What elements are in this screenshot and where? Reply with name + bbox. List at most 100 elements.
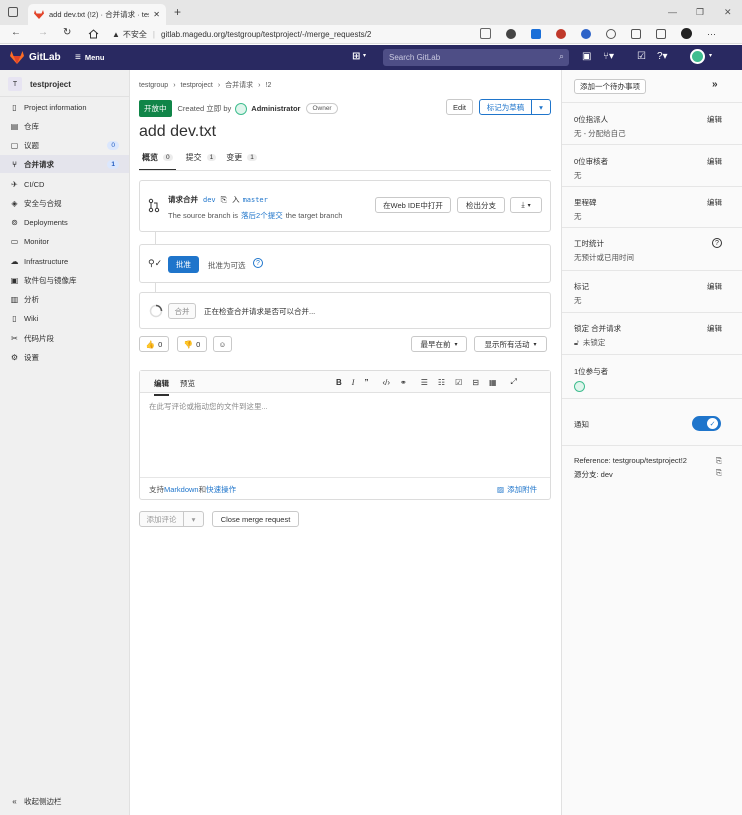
copy-branch-icon[interactable]: ⎘ <box>716 468 722 478</box>
notifications-toggle[interactable]: ✓ <box>692 416 721 431</box>
tab-changes[interactable]: 变更 1 <box>226 152 257 171</box>
favorites-icon[interactable] <box>480 28 491 39</box>
breadcrumb-item[interactable]: 合并请求 <box>225 80 253 90</box>
bold-icon[interactable]: B <box>336 378 342 387</box>
extension-gray-icon[interactable] <box>606 28 616 39</box>
mark-draft-button[interactable]: 标记为草稿 <box>479 99 532 115</box>
breadcrumb-item[interactable]: testgroup <box>139 82 168 89</box>
sidebar-item-infrastructure[interactable]: ☁ Infrastructure <box>0 252 129 270</box>
url-field[interactable]: ▲ 不安全 | gitlab.magedu.org/testgroup/test… <box>112 27 532 42</box>
back-icon[interactable]: ← <box>11 27 21 38</box>
extension-red-icon[interactable] <box>556 28 566 39</box>
add-comment-button[interactable]: 添加评论 <box>139 511 184 527</box>
italic-icon[interactable]: I <box>352 378 355 387</box>
breadcrumb-item[interactable]: testproject <box>181 82 213 89</box>
sidebar-item-project-information[interactable]: ▯ Project information <box>0 98 129 116</box>
sort-dropdown[interactable]: 最早在前 ▾ <box>411 336 467 352</box>
translate-icon[interactable] <box>531 28 541 39</box>
copy-reference-icon[interactable]: ⎘ <box>716 456 722 466</box>
sidebar-item-issues[interactable]: ▢ 议题 0 <box>0 136 129 154</box>
sidebar-item-deployments[interactable]: ⊚ Deployments <box>0 213 129 231</box>
more-icon[interactable]: ··· <box>707 29 716 39</box>
create-new-icon[interactable]: ⊞ <box>352 51 360 62</box>
sidebar-item-settings[interactable]: ⚙ 设置 <box>0 348 129 366</box>
behind-commits-link[interactable]: 落后2个提交 <box>241 210 283 221</box>
activity-filter-dropdown[interactable]: 显示所有活动 ▾ <box>474 336 547 352</box>
menu-button[interactable]: ≡ Menu <box>75 52 104 62</box>
labels-edit-link[interactable]: 编辑 <box>707 281 722 292</box>
markdown-link[interactable]: Markdown <box>164 485 199 494</box>
tab-write[interactable]: 编辑 <box>154 378 169 396</box>
target-branch-link[interactable]: master <box>243 196 268 204</box>
sidebar-item-security[interactable]: ◈ 安全与合规 <box>0 194 129 212</box>
task-list-icon[interactable]: ☑ <box>455 378 462 387</box>
source-branch-link[interactable]: dev <box>203 196 216 204</box>
sidebar-item-wiki[interactable]: ▯ Wiki <box>0 309 129 327</box>
quick-actions-link[interactable]: 快速操作 <box>206 484 236 495</box>
merge-button[interactable]: 合并 <box>168 303 196 319</box>
tab-overview[interactable]: 概览 0 <box>139 152 176 171</box>
comment-type-dropdown[interactable]: ▾ <box>183 511 204 527</box>
breadcrumb-item[interactable]: !2 <box>266 82 272 89</box>
issues-header-icon[interactable]: ▣ <box>582 51 591 62</box>
tab-commits[interactable]: 提交 1 <box>186 152 217 171</box>
collapse-right-sidebar-icon[interactable]: » <box>712 79 718 90</box>
add-reaction-button[interactable]: ☺ <box>213 336 232 352</box>
sidebar-item-analytics[interactable]: ▥ 分析 <box>0 290 129 308</box>
forward-icon[interactable]: → <box>38 27 48 38</box>
collapsible-icon[interactable]: ⊟ <box>472 378 479 387</box>
tab-preview[interactable]: 预览 <box>180 378 195 389</box>
sidebar-item-merge-requests[interactable]: ⑂ 合并请求 1 <box>0 155 129 173</box>
copy-icon[interactable]: ⎘ <box>221 195 227 205</box>
participant-avatar[interactable] <box>574 381 585 392</box>
window-close-icon[interactable]: ✕ <box>724 7 732 18</box>
add-todo-button[interactable]: 添加一个待办事项 <box>574 79 646 94</box>
open-web-ide-button[interactable]: 在Web IDE中打开 <box>375 197 451 213</box>
bullet-list-icon[interactable]: ☰ <box>421 378 428 387</box>
refresh-icon[interactable]: ↻ <box>63 27 71 38</box>
extension-blue-icon[interactable] <box>581 28 591 39</box>
approve-button[interactable]: 批准 <box>168 256 199 273</box>
author-name[interactable]: Administrator <box>251 104 300 113</box>
attach-file-button[interactable]: ▨ 添加附件 <box>497 484 537 495</box>
assignee-value[interactable]: 无 - 分配给自己 <box>574 128 722 139</box>
profile-avatar[interactable] <box>681 28 692 39</box>
tab-close-icon[interactable]: ✕ <box>153 10 160 19</box>
quote-icon[interactable]: ” <box>364 378 368 387</box>
code-icon[interactable]: ‹/› <box>382 378 390 387</box>
numbered-list-icon[interactable]: ☷ <box>438 378 445 387</box>
help-icon[interactable]: ? <box>253 258 263 268</box>
comment-textarea[interactable]: 在此写评论或拖动您的文件到这里... <box>149 401 541 473</box>
milestone-edit-link[interactable]: 编辑 <box>707 197 722 208</box>
sidebar-item-packages[interactable]: ▣ 软件包与镜像库 <box>0 271 129 289</box>
sidebar-project-header[interactable]: T testproject <box>8 77 71 91</box>
sidebar-item-snippets[interactable]: ✂ 代码片段 <box>0 329 129 347</box>
tab-actions-icon[interactable] <box>8 7 18 17</box>
time-help-icon[interactable]: ? <box>712 238 722 248</box>
thumbs-up-button[interactable]: 👍 0 <box>139 336 169 352</box>
home-icon[interactable] <box>88 29 99 39</box>
table-icon[interactable]: ▦ <box>489 378 497 387</box>
favorites-bar-icon[interactable] <box>656 28 666 39</box>
merge-requests-header-icon[interactable]: ⑂▾ <box>603 51 614 62</box>
download-dropdown[interactable]: ⤓ ▾ <box>510 197 542 213</box>
assignee-edit-link[interactable]: 编辑 <box>707 114 722 125</box>
collections-icon[interactable] <box>631 28 641 39</box>
mr-actions-dropdown[interactable]: ▾ <box>531 99 551 115</box>
gitlab-logo[interactable]: GitLab <box>10 51 61 64</box>
edit-button[interactable]: Edit <box>446 99 473 115</box>
search-input[interactable]: Search GitLab ⌕ <box>383 49 569 66</box>
link-icon[interactable]: ⚭ <box>400 378 407 387</box>
todos-icon[interactable]: ☑ <box>637 51 646 62</box>
minimize-icon[interactable]: — <box>668 7 677 17</box>
new-tab-button[interactable]: + <box>174 5 181 19</box>
extension-icon[interactable] <box>506 28 516 39</box>
restore-icon[interactable]: ❐ <box>696 7 704 18</box>
reviewer-edit-link[interactable]: 编辑 <box>707 156 722 167</box>
sidebar-item-monitor[interactable]: ▭ Monitor <box>0 232 129 250</box>
thumbs-down-button[interactable]: 👎 0 <box>177 336 207 352</box>
checkout-branch-button[interactable]: 检出分支 <box>457 197 505 213</box>
lock-edit-link[interactable]: 编辑 <box>707 323 722 334</box>
sidebar-item-cicd[interactable]: ✈ CI/CD <box>0 175 129 193</box>
sidebar-item-repository[interactable]: ▤ 仓库 <box>0 117 129 135</box>
